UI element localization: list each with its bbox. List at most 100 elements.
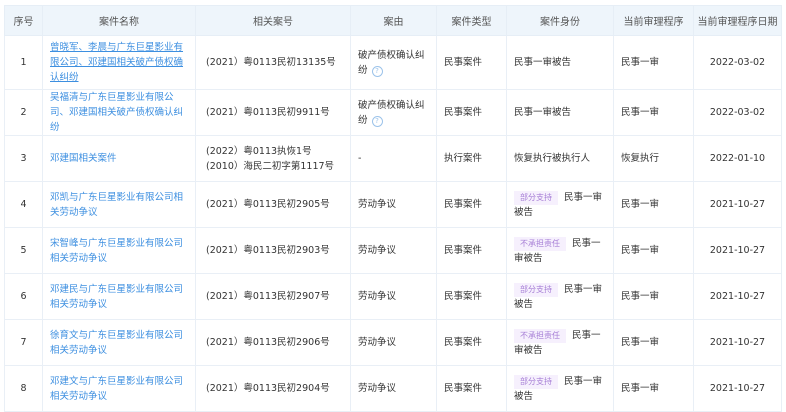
- case-cause-cell: 劳动争议: [350, 319, 437, 366]
- table-row: 1 曾晓军、李晨与广东巨星影业有限公司、邓建国相关破产债权确认纠纷 (2021）…: [4, 35, 782, 90]
- case-type: 民事案件: [436, 227, 507, 274]
- case-role-cell: 民事一审被告: [506, 89, 614, 136]
- case-cause-cell: 劳动争议: [350, 227, 437, 274]
- table-row: 8 邓建文与广东巨星影业有限公司相关劳动争议 (2021）粤0113民初2904…: [4, 365, 782, 412]
- row-number: 5: [4, 227, 43, 274]
- stage-date: 2021-10-27: [693, 181, 782, 228]
- stage-date: 2021-10-27: [693, 319, 782, 366]
- stage-date: 2022-03-02: [693, 89, 782, 136]
- case-role-cell: 恢复执行被执行人: [506, 135, 614, 182]
- case-name-link[interactable]: 邓建民与广东巨星影业有限公司相关劳动争议: [50, 284, 183, 310]
- case-cause-cell: 劳动争议: [350, 181, 437, 228]
- case-number: (2021）粤0113民初9911号: [206, 107, 330, 118]
- case-type: 民事案件: [436, 365, 507, 412]
- judgment-tag: 不承担责任: [514, 328, 566, 343]
- case-cause-cell: 破产债权确认纠纷?: [350, 35, 437, 90]
- case-name-link[interactable]: 吴福清与广东巨星影业有限公司、邓建国相关破产债权确认纠纷: [50, 92, 183, 133]
- judgment-tag: 不承担责任: [514, 236, 566, 251]
- table-row: 4 邓凯与广东巨星影业有限公司相关劳动争议 (2021）粤0113民初2905号…: [4, 181, 782, 228]
- header-type: 案件类型: [436, 5, 507, 36]
- table-row: 7 徐育文与广东巨星影业有限公司相关劳动争议 (2021）粤0113民初2906…: [4, 319, 782, 366]
- case-name-link[interactable]: 宋智峰与广东巨星影业有限公司相关劳动争议: [50, 238, 183, 264]
- row-number: 4: [4, 181, 43, 228]
- header-cause: 案由: [350, 5, 437, 36]
- case-role-cell: 不承担责任 民事一审被告: [506, 319, 614, 366]
- judgment-tag: 部分支持: [514, 374, 558, 389]
- case-role-cell: 不承担责任 民事一审被告: [506, 227, 614, 274]
- case-cause: 劳动争议: [358, 337, 397, 348]
- help-icon[interactable]: ?: [371, 65, 383, 77]
- case-role-cell: 部分支持 民事一审被告: [506, 273, 614, 320]
- case-number: (2010）海民二初字第1117号: [206, 160, 335, 172]
- header-date: 当前审理程序日期: [693, 5, 782, 36]
- case-name-link[interactable]: 曾晓军、李晨与广东巨星影业有限公司、邓建国相关破产债权确认纠纷: [50, 42, 183, 83]
- case-number: (2021）粤0113民初2906号: [206, 337, 330, 348]
- row-number: 1: [4, 35, 43, 90]
- current-stage: 民事一审: [613, 319, 694, 366]
- case-cause: 劳动争议: [358, 291, 397, 302]
- current-stage: 民事一审: [613, 35, 694, 90]
- case-role: 民事一审被告: [514, 57, 572, 68]
- case-number: (2022）粤0113执恢1号: [206, 145, 312, 157]
- row-number: 2: [4, 89, 43, 136]
- row-number: 7: [4, 319, 43, 366]
- header-stage: 当前审理程序: [613, 5, 694, 36]
- header-name: 案件名称: [42, 5, 196, 36]
- case-number: (2021）粤0113民初2905号: [206, 199, 330, 210]
- case-number: (2021）粤0113民初2904号: [206, 383, 330, 394]
- current-stage: 民事一审: [613, 365, 694, 412]
- case-type: 执行案件: [436, 135, 507, 182]
- help-icon[interactable]: ?: [371, 115, 383, 127]
- case-type: 民事案件: [436, 273, 507, 320]
- header-no: 序号: [4, 5, 43, 36]
- case-name-link[interactable]: 徐育文与广东巨星影业有限公司相关劳动争议: [50, 330, 183, 356]
- current-stage: 民事一审: [613, 227, 694, 274]
- table-header: 序号 案件名称 相关案号 案由 案件类型 案件身份 当前审理程序 当前审理程序日…: [4, 5, 782, 36]
- case-role-cell: 民事一审被告: [506, 35, 614, 90]
- case-cause: 劳动争议: [358, 383, 397, 394]
- case-name-link[interactable]: 邓建文与广东巨星影业有限公司相关劳动争议: [50, 376, 183, 402]
- case-cause-cell: 破产债权确认纠纷?: [350, 89, 437, 136]
- judgment-tag: 部分支持: [514, 190, 558, 205]
- case-cause: 破产债权确认纠纷: [358, 99, 425, 126]
- case-type: 民事案件: [436, 35, 507, 90]
- current-stage: 民事一审: [613, 89, 694, 136]
- case-cause-cell: 劳动争议: [350, 365, 437, 412]
- row-number: 8: [4, 365, 43, 412]
- case-number: (2021）粤0113民初13135号: [206, 57, 336, 68]
- case-cause-cell: 劳动争议: [350, 273, 437, 320]
- cases-table: 序号 案件名称 相关案号 案由 案件类型 案件身份 当前审理程序 当前审理程序日…: [4, 5, 782, 412]
- stage-date: 2022-01-10: [693, 135, 782, 182]
- case-number: (2021）粤0113民初2903号: [206, 245, 330, 256]
- case-role: 民事一审被告: [514, 107, 572, 118]
- current-stage: 民事一审: [613, 181, 694, 228]
- judgment-tag: 部分支持: [514, 282, 558, 297]
- table-row: 5 宋智峰与广东巨星影业有限公司相关劳动争议 (2021）粤0113民初2903…: [4, 227, 782, 274]
- case-role-cell: 部分支持 民事一审被告: [506, 181, 614, 228]
- header-case-no: 相关案号: [195, 5, 351, 36]
- stage-date: 2022-03-02: [693, 35, 782, 90]
- current-stage: 恢复执行: [613, 135, 694, 182]
- case-type: 民事案件: [436, 89, 507, 136]
- case-cause-cell: -: [350, 135, 437, 182]
- table-row: 2 吴福清与广东巨星影业有限公司、邓建国相关破产债权确认纠纷 (2021）粤01…: [4, 89, 782, 136]
- case-name-link[interactable]: 邓凯与广东巨星影业有限公司相关劳动争议: [50, 192, 183, 218]
- table-row: 6 邓建民与广东巨星影业有限公司相关劳动争议 (2021）粤0113民初2907…: [4, 273, 782, 320]
- case-role-cell: 部分支持 民事一审被告: [506, 365, 614, 412]
- case-cause: 劳动争议: [358, 245, 397, 256]
- stage-date: 2021-10-27: [693, 273, 782, 320]
- stage-date: 2021-10-27: [693, 227, 782, 274]
- case-name-link[interactable]: 邓建国相关案件: [50, 153, 117, 164]
- row-number: 3: [4, 135, 43, 182]
- case-type: 民事案件: [436, 319, 507, 366]
- case-number: (2021）粤0113民初2907号: [206, 291, 330, 302]
- table-row: 3 邓建国相关案件 (2022）粤0113执恢1号 (2010）海民二初字第111…: [4, 135, 782, 182]
- case-role: 恢复执行被执行人: [514, 153, 591, 164]
- row-number: 6: [4, 273, 43, 320]
- header-role: 案件身份: [506, 5, 614, 36]
- current-stage: 民事一审: [613, 273, 694, 320]
- case-cause: 劳动争议: [358, 199, 397, 210]
- stage-date: 2021-10-27: [693, 365, 782, 412]
- case-cause: 破产债权确认纠纷: [358, 49, 425, 76]
- case-cause: -: [358, 153, 362, 164]
